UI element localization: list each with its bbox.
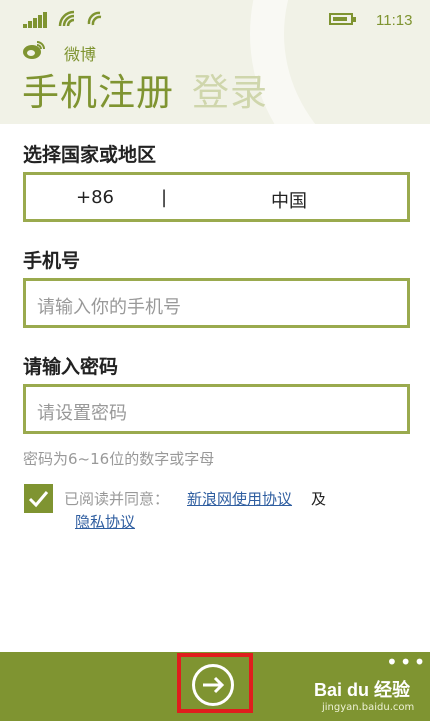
tab-register[interactable]: 手机注册 (22, 62, 174, 116)
phone-input[interactable]: 请输入你的手机号 (23, 278, 410, 328)
region-label: 选择国家或地区 (23, 144, 157, 166)
region-selector[interactable]: +86 | 中国 (23, 172, 410, 222)
status-bar: 11:13 (0, 6, 430, 29)
region-separator: | (161, 187, 168, 208)
phone-placeholder: 请输入你的手机号 (37, 297, 181, 318)
tab-login[interactable]: 登录 (192, 62, 268, 116)
password-input[interactable]: 请设置密码 (23, 384, 410, 434)
data-connection-icon (86, 10, 104, 32)
and-text: 及 (311, 490, 327, 508)
country-code: +86 (76, 187, 114, 208)
wifi-icon (58, 10, 78, 32)
status-time: 11:13 (376, 12, 413, 29)
battery-icon (329, 13, 356, 25)
more-icon[interactable]: ••• (386, 652, 427, 672)
password-placeholder: 请设置密码 (37, 403, 127, 424)
agree-text: 已阅读并同意： (64, 490, 170, 508)
privacy-link[interactable]: 隐私协议 (75, 511, 135, 532)
weibo-logo-icon (23, 41, 45, 59)
signal-icon (23, 12, 49, 28)
watermark-url: jingyan.baidu.com (322, 702, 415, 713)
phone-label: 手机号 (23, 250, 81, 272)
country-name: 中国 (271, 191, 307, 212)
highlight-box (177, 653, 253, 713)
header: 11:13 微博 手机注册 登录 (0, 0, 430, 124)
password-label: 请输入密码 (23, 356, 119, 378)
password-hint: 密码为6~16位的数字或字母 (23, 450, 215, 468)
terms-link[interactable]: 新浪网使用协议 (187, 488, 292, 509)
checkmark-icon (28, 491, 49, 508)
agree-checkbox[interactable] (24, 484, 53, 513)
watermark-brand: Bai du 经验 (314, 680, 411, 700)
